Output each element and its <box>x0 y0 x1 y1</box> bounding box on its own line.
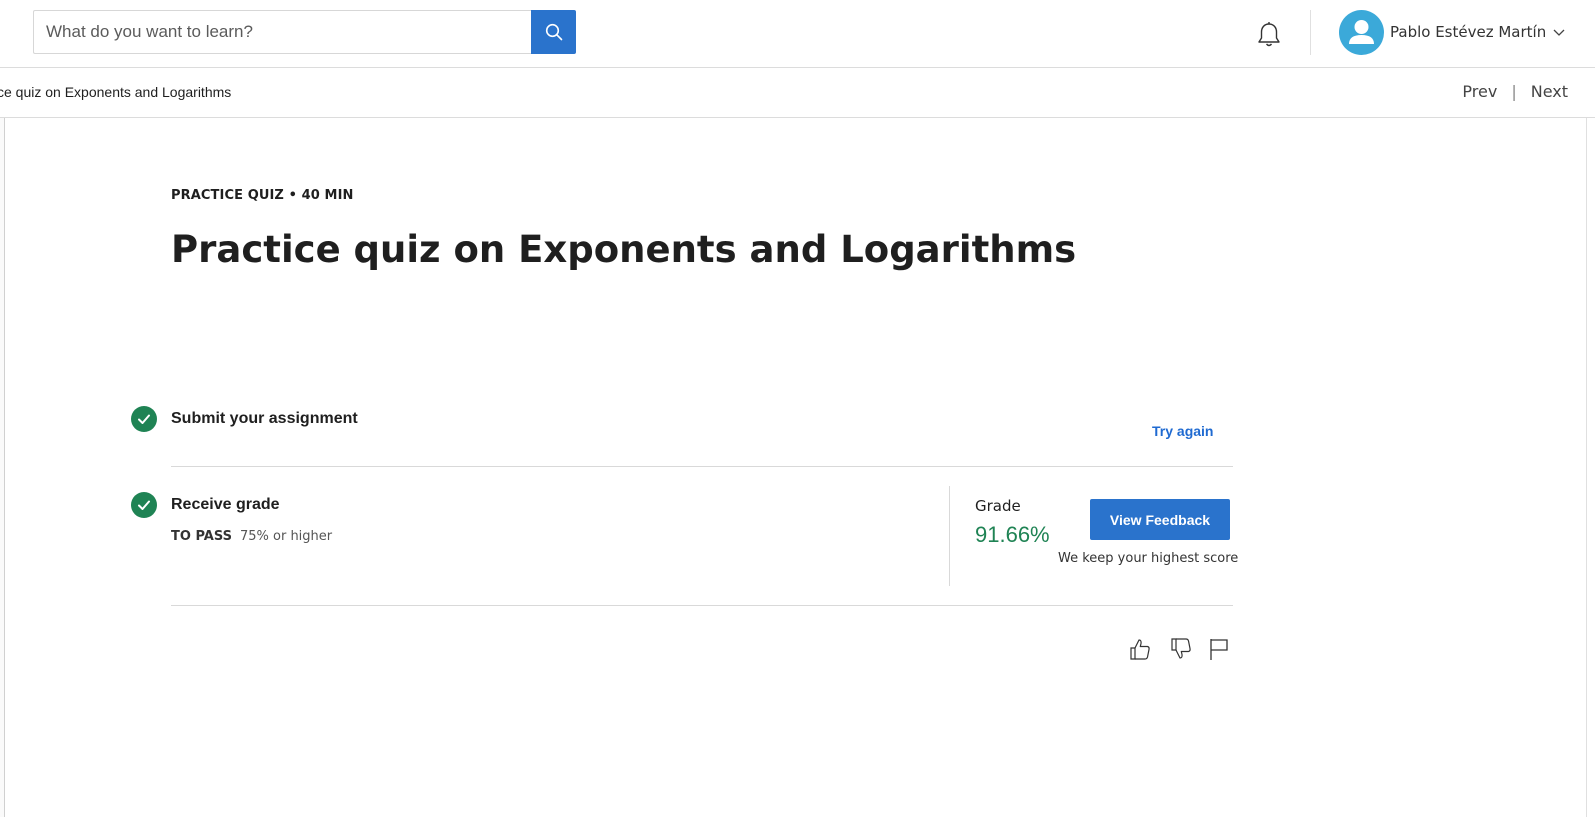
thumbs-up-icon <box>1130 639 1150 660</box>
user-menu[interactable]: Pablo Estévez Martín <box>1339 9 1566 55</box>
pager-separator: | <box>1511 82 1517 101</box>
flag-icon <box>1210 639 1228 660</box>
section-divider <box>171 605 1233 606</box>
grade-label: Grade <box>975 497 1021 515</box>
item-navigation-bar: ce quiz on Exponents and Logarithms Prev… <box>0 68 1595 118</box>
user-avatar-icon <box>1349 19 1374 44</box>
like-button[interactable] <box>1127 636 1153 662</box>
pass-requirement-label: TO PASS <box>171 529 232 544</box>
search-icon <box>545 23 562 41</box>
quiz-kicker: PRACTICE QUIZ • 40 MIN <box>171 188 354 203</box>
chevron-down-icon <box>1553 29 1565 36</box>
user-name: Pablo Estévez Martín <box>1390 23 1547 41</box>
grade-divider <box>949 486 950 586</box>
bell-icon <box>1258 22 1280 47</box>
left-rail-border <box>0 118 5 817</box>
avatar <box>1339 9 1384 55</box>
scrollbar[interactable] <box>1586 118 1595 817</box>
report-button[interactable] <box>1206 636 1232 662</box>
dislike-button[interactable] <box>1168 636 1194 662</box>
receive-step-status <box>131 492 157 518</box>
search-input[interactable] <box>33 10 531 54</box>
submit-step-status <box>131 406 157 432</box>
next-link[interactable]: Next <box>1531 82 1568 101</box>
breadcrumb: ce quiz on Exponents and Logarithms <box>0 84 232 100</box>
check-icon <box>138 500 150 510</box>
top-header: Pablo Estévez Martín <box>0 0 1595 68</box>
header-divider <box>1310 10 1311 55</box>
section-divider <box>171 466 1233 467</box>
pass-requirement: TO PASS 75% or higher <box>171 529 332 544</box>
pass-requirement-value: 75% or higher <box>239 529 333 544</box>
item-pager: Prev | Next <box>1462 82 1568 101</box>
highest-score-note: We keep your highest score <box>1058 551 1239 566</box>
try-again-link[interactable]: Try again <box>1152 423 1213 439</box>
check-icon <box>138 414 150 424</box>
grade-value: 91.66% <box>975 522 1050 547</box>
view-feedback-button[interactable]: View Feedback <box>1090 499 1230 540</box>
notifications-button[interactable] <box>1254 20 1284 50</box>
prev-link[interactable]: Prev <box>1462 82 1497 101</box>
receive-step-title: Receive grade <box>171 496 280 513</box>
page-title: Practice quiz on Exponents and Logarithm… <box>171 228 1077 271</box>
thumbs-down-icon <box>1171 638 1191 659</box>
search-button[interactable] <box>531 10 576 54</box>
submit-step-title: Submit your assignment <box>171 410 358 427</box>
search-bar <box>33 10 576 54</box>
